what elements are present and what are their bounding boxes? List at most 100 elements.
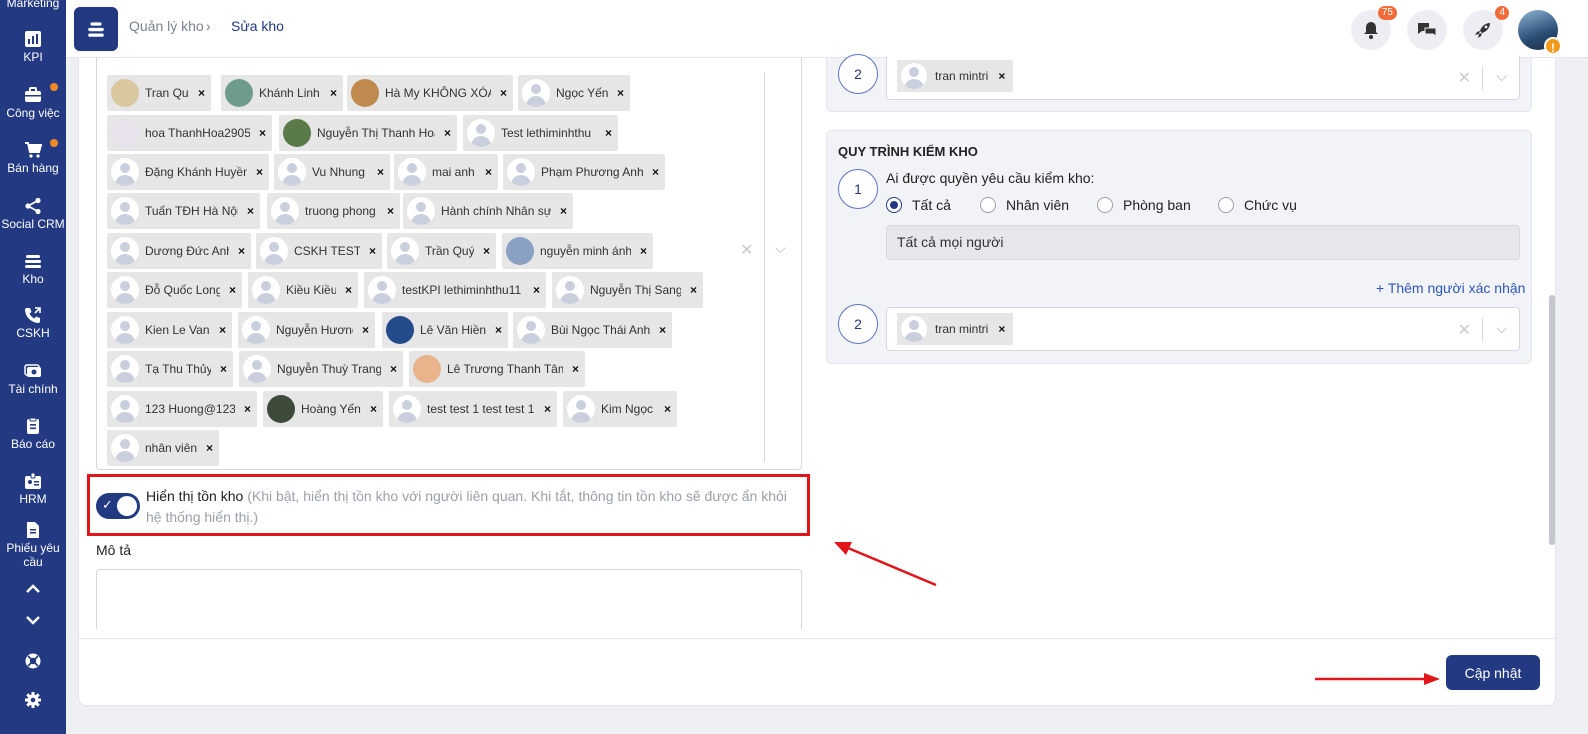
sidebar-item-label: Tài chính <box>8 382 58 396</box>
remove-chip-icon[interactable]: × <box>998 322 1005 336</box>
remove-tag-icon[interactable]: × <box>229 283 236 297</box>
radio-employee[interactable]: Nhân viên <box>980 197 1069 213</box>
confirmer-chip: tran mintri × <box>897 313 1014 345</box>
add-confirmer-link[interactable]: + Thêm người xác nhận <box>1376 280 1525 296</box>
remove-tag-icon[interactable]: × <box>247 204 254 218</box>
tag-label: nguyễn minh ánh <box>540 244 631 258</box>
remove-tag-icon[interactable]: × <box>345 283 352 297</box>
document-icon <box>27 522 39 538</box>
remove-tag-icon[interactable]: × <box>617 86 624 100</box>
member-tag: Hà My KHÔNG XÓA × <box>347 75 513 111</box>
sidebar-settings[interactable] <box>0 691 66 711</box>
remove-tag-icon[interactable]: × <box>444 126 451 140</box>
remove-tag-icon[interactable]: × <box>483 244 490 258</box>
tag-label: Hà My KHÔNG XÓA <box>385 86 491 100</box>
remove-tag-icon[interactable]: × <box>572 362 579 376</box>
remove-tag-icon[interactable]: × <box>362 323 369 337</box>
sidebar-item-label: CSKH <box>16 326 50 340</box>
tag-label: Vu Nhung <box>312 165 365 179</box>
notifications-button[interactable]: 75 <box>1351 6 1397 50</box>
module-menu-button[interactable] <box>74 7 118 51</box>
remove-tag-icon[interactable]: × <box>533 283 540 297</box>
sidebar-item-tai-chinh[interactable]: Tài chính <box>0 362 66 396</box>
remove-tag-icon[interactable]: × <box>605 126 612 140</box>
remove-tag-icon[interactable]: × <box>206 441 213 455</box>
member-tag: Hành chính Nhân sự × <box>403 193 573 229</box>
remove-tag-icon[interactable]: × <box>369 244 376 258</box>
chevron-down-icon[interactable]: ⌵ <box>775 240 786 257</box>
remove-tag-icon[interactable]: × <box>330 86 337 100</box>
sidebar-item-cskh[interactable]: CSKH <box>0 306 66 340</box>
chevron-down-icon[interactable]: ⌵ <box>1496 68 1507 85</box>
approver-select[interactable]: tran mintri × ✕ ⌵ <box>886 56 1520 100</box>
tag-label: mai anh <box>432 165 475 179</box>
avatar <box>252 276 280 304</box>
member-tag: Ngọc Yến × <box>518 75 630 111</box>
chevron-down-icon[interactable]: ⌵ <box>1496 320 1507 337</box>
remove-tag-icon[interactable]: × <box>664 402 671 416</box>
avatar <box>391 237 419 265</box>
sidebar-item-social-crm[interactable]: Social CRM <box>0 197 66 231</box>
remove-tag-icon[interactable]: × <box>485 165 492 179</box>
clear-icon[interactable]: ✕ <box>740 240 753 260</box>
sidebar-item-label: Marketing <box>6 0 60 10</box>
remove-tag-icon[interactable]: × <box>377 165 384 179</box>
avatar <box>111 355 139 383</box>
remove-tag-icon[interactable]: × <box>256 165 263 179</box>
remove-tag-icon[interactable]: × <box>640 244 647 258</box>
sidebar-collapse-up[interactable] <box>0 580 66 600</box>
radio-all[interactable]: Tất cả <box>886 197 951 213</box>
remove-tag-icon[interactable]: × <box>659 323 666 337</box>
clear-icon[interactable]: ✕ <box>1458 320 1471 340</box>
remove-tag-icon[interactable]: × <box>544 402 551 416</box>
remove-tag-icon[interactable]: × <box>690 283 697 297</box>
remove-tag-icon[interactable]: × <box>259 126 266 140</box>
description-textarea[interactable] <box>96 569 802 629</box>
sidebar-item-phieu-yeu-cau[interactable]: Phiếu yêu cầu <box>0 521 66 569</box>
confirmer-select[interactable]: tran mintri × ✕ ⌵ <box>886 307 1520 351</box>
tag-label: Đặng Khánh Huyền <box>145 165 247 179</box>
radio-position[interactable]: Chức vụ <box>1218 197 1297 213</box>
scrollbar-thumb[interactable] <box>1549 295 1555 545</box>
avatar <box>901 63 927 89</box>
radio-department[interactable]: Phòng ban <box>1097 197 1191 213</box>
remove-tag-icon[interactable]: × <box>370 402 377 416</box>
sidebar-item-kho[interactable]: Kho <box>0 252 66 286</box>
radio-dot <box>886 197 902 213</box>
remove-tag-icon[interactable]: × <box>390 362 397 376</box>
sidebar-item-marketing[interactable]: Marketing <box>0 0 66 10</box>
clear-icon[interactable]: ✕ <box>1458 68 1471 88</box>
sidebar-collapse-down[interactable] <box>0 611 66 631</box>
remove-tag-icon[interactable]: × <box>560 204 567 218</box>
remove-tag-icon[interactable]: × <box>219 323 226 337</box>
sidebar-item-cong-viec[interactable]: Công việc <box>0 86 66 120</box>
sidebar-item-kpi[interactable]: KPI <box>0 30 66 64</box>
update-button[interactable]: Cập nhật <box>1446 655 1540 690</box>
avatar <box>351 79 379 107</box>
approver-chip: tran mintri × <box>897 60 1014 92</box>
show-stock-toggle[interactable]: ✓ <box>96 493 140 519</box>
remove-tag-icon[interactable]: × <box>238 244 245 258</box>
briefcase-icon <box>25 87 41 102</box>
tag-label: hoa ThanhHoa2905 <box>145 126 250 140</box>
tag-label: Ngọc Yến <box>556 86 608 100</box>
remove-tag-icon[interactable]: × <box>220 362 227 376</box>
remove-tag-icon[interactable]: × <box>244 402 251 416</box>
remove-tag-icon[interactable]: × <box>500 86 507 100</box>
avatar <box>111 395 139 423</box>
step-number: 2 <box>838 54 878 94</box>
remove-tag-icon[interactable]: × <box>387 204 394 218</box>
remove-tag-icon[interactable]: × <box>198 86 205 100</box>
launch-button[interactable]: 4 <box>1463 6 1509 50</box>
sidebar-item-hrm[interactable]: HRM <box>0 472 66 506</box>
sidebar-support[interactable] <box>0 652 66 672</box>
radio-dot <box>1218 197 1234 213</box>
sidebar-item-bao-cao[interactable]: Báo cáo <box>0 417 66 451</box>
remove-tag-icon[interactable]: × <box>652 165 659 179</box>
remove-tag-icon[interactable]: × <box>495 323 502 337</box>
messages-button[interactable] <box>1407 10 1447 50</box>
sidebar-item-label: Phiếu yêu cầu <box>6 541 60 569</box>
remove-chip-icon[interactable]: × <box>998 69 1005 83</box>
breadcrumb-parent[interactable]: Quản lý kho <box>129 18 204 34</box>
member-tag: 123 Huong@123 × <box>107 391 257 427</box>
